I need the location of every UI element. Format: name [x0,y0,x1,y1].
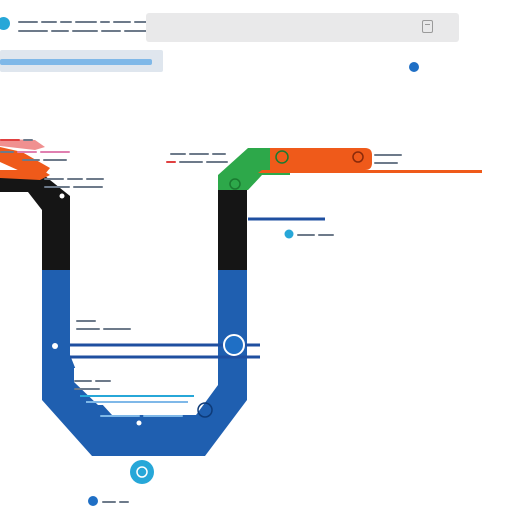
blue-u-pipe [42,270,247,456]
lower-text-2 [76,326,131,331]
orange-thin-line [258,170,482,173]
right-cyan-dot [284,229,294,239]
small-node [136,420,142,426]
lower-text-5 [100,413,183,418]
pipeline-diagram [0,139,482,506]
left-text-1 [0,137,33,142]
right-text-2 [374,160,398,165]
circle-node-icon [223,334,245,356]
lower-text-3 [74,378,111,383]
right-cyan-label [297,232,334,237]
left-text-6 [44,184,103,189]
small-node [59,193,65,199]
left-text-4 [38,167,44,172]
small-node [52,343,58,349]
bottom-cyan-node [130,460,154,484]
left-text-3 [22,157,67,162]
mid-text-1 [170,151,226,156]
right-black-pipe [218,190,247,270]
left-text-2 [0,149,70,154]
mid-text-2 [166,159,228,164]
bottom-legend-text [102,499,129,504]
bottom-legend-dot [88,496,98,506]
lower-text-4 [74,386,100,391]
diagram-canvas [0,0,512,512]
left-text-5 [44,176,104,181]
right-text-1 [374,152,402,157]
lower-text-1 [76,318,96,323]
